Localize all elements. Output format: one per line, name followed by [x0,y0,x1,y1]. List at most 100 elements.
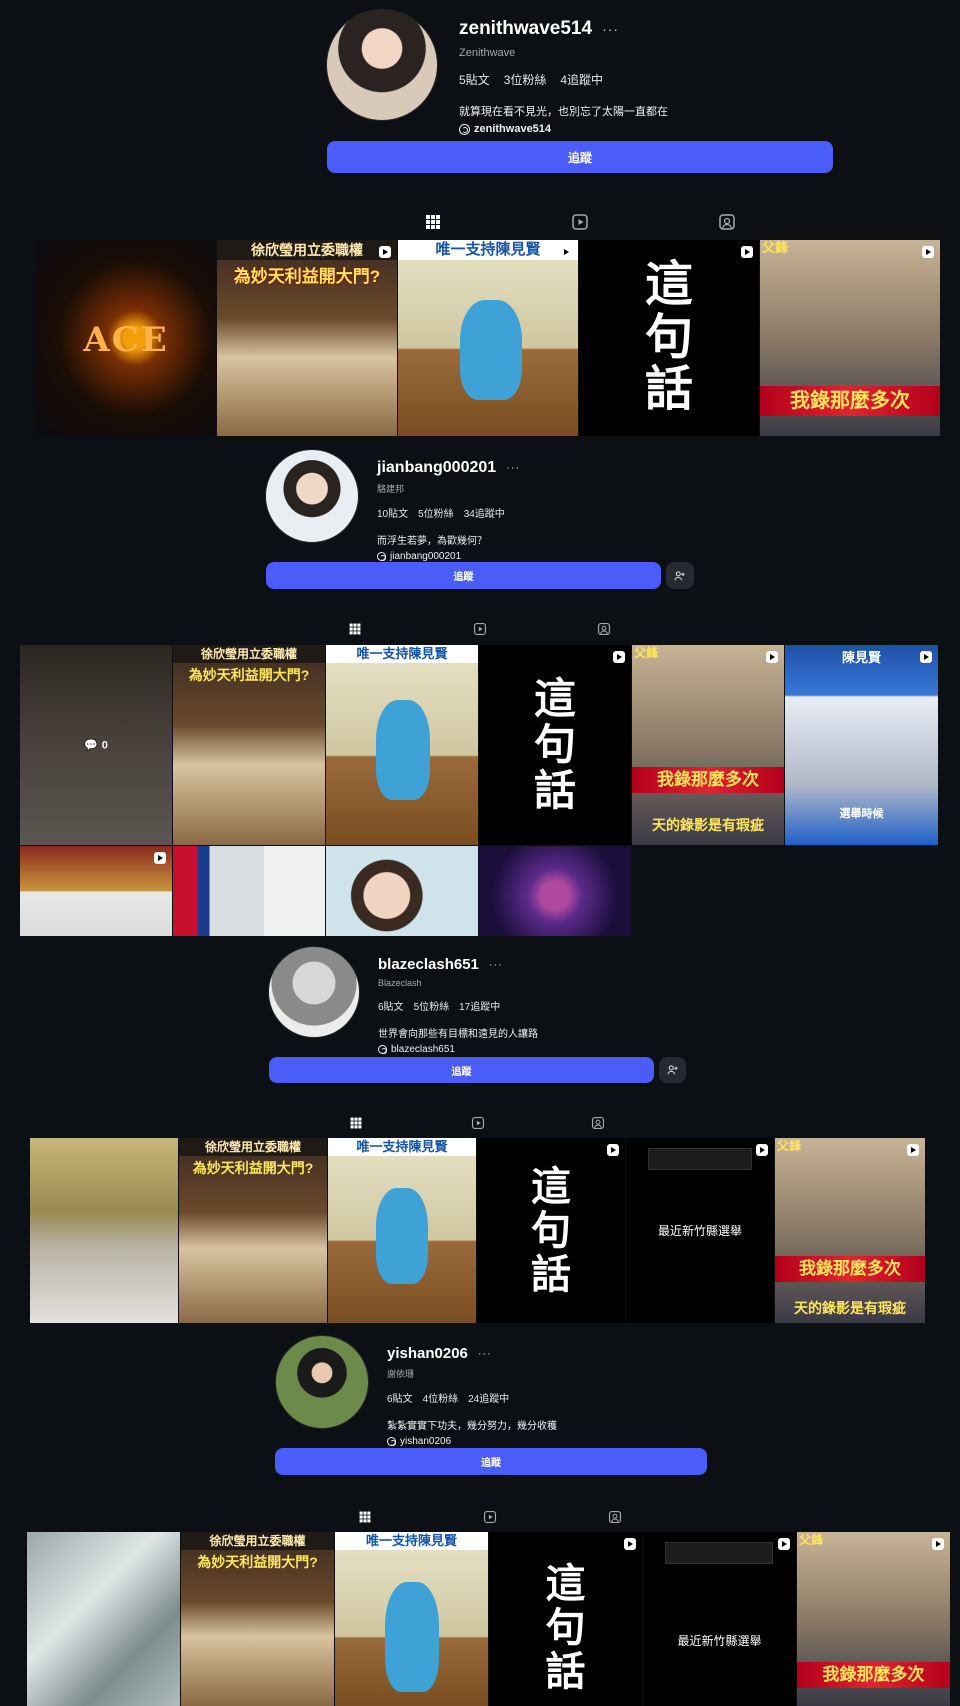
post-text: 話 [545,1650,586,1694]
follow-button[interactable]: 追蹤 [269,1057,654,1083]
follow-button[interactable]: 追蹤 [327,141,833,173]
post-tile[interactable]: 徐欣瑩用立委職權 為妙天利益開大門? [181,1532,334,1706]
post-caption: 徐欣瑩用立委職權 [179,1138,327,1156]
post-caption: 唯一支持陳見賢 [328,1138,476,1156]
more-icon[interactable]: ··· [506,462,520,474]
following-count[interactable]: 17追蹤中 [459,998,500,1013]
grid-icon[interactable] [348,622,362,636]
post-tile[interactable]: 父鋒 我錄那麼多次 天的錄影是有瑕疵 [775,1138,925,1323]
follow-button[interactable]: 追蹤 [266,562,661,589]
post-tile[interactable] [479,846,631,936]
add-person-icon[interactable] [666,562,694,589]
avatar[interactable] [326,9,438,121]
threads-link[interactable]: jianbang000201 [377,551,520,562]
reel-badge-icon [613,651,625,663]
post-tile[interactable]: 徐欣瑩用立委職權 為妙天利益開大門? [173,645,325,845]
posts-count[interactable]: 10貼文 [377,505,408,520]
username[interactable]: yishan0206 [387,1345,468,1362]
reels-icon[interactable] [571,213,589,231]
threads-handle[interactable]: blazeclash651 [391,1044,455,1055]
posts-count[interactable]: 6貼文 [378,998,404,1013]
more-icon[interactable]: ··· [478,1348,492,1360]
grid-icon[interactable] [358,1510,372,1524]
post-caption: 我錄那麼多次 [632,767,784,793]
threads-handle[interactable]: zenithwave514 [474,123,551,135]
bio: 紮紮實實下功夫，幾分努力，幾分收穫 [387,1421,557,1432]
post-tile[interactable] [27,1532,180,1706]
profile-info: blazeclash651 ··· Blazeclash 6貼文 5位粉絲 17… [378,956,538,1055]
followers-count[interactable]: 5位粉絲 [414,998,450,1013]
post-tile[interactable] [173,846,325,936]
more-icon[interactable]: ··· [489,959,503,971]
reels-icon[interactable] [483,1510,497,1524]
followers-count[interactable]: 4位粉絲 [423,1390,459,1405]
grid-icon[interactable] [349,1116,363,1130]
reels-icon[interactable] [471,1116,485,1130]
post-tile[interactable]: 唯一支持陳見賢 [328,1138,476,1323]
tagged-icon[interactable] [718,213,736,231]
post-tile[interactable] [326,846,478,936]
post-tile[interactable]: 父鋒 我錄那麼多次 天的錄影是有瑕疵 [632,645,784,845]
reel-badge-icon [907,1144,919,1156]
avatar[interactable] [268,946,360,1038]
reel-badge-icon [741,246,753,258]
username[interactable]: blazeclash651 [378,956,479,973]
full-name: 駱建邦 [377,484,405,494]
post-tile[interactable]: 唯一支持陳見賢 [326,645,478,845]
post-tile[interactable]: 徐欣瑩用立委職權 為妙天利益開大門? [179,1138,327,1323]
reel-badge-icon [766,651,778,663]
post-text: 話 [533,767,576,815]
grid-icon[interactable] [424,213,442,231]
post-tile[interactable] [20,846,172,936]
post-tile[interactable]: 陳見賢 選舉時候 [785,645,938,845]
add-person-icon[interactable] [659,1057,686,1083]
username[interactable]: zenithwave514 [459,18,592,40]
profile-info: jianbang000201 ··· 駱建邦 10貼文 5位粉絲 34追蹤中 而… [377,459,520,562]
threads-link[interactable]: yishan0206 [387,1436,557,1447]
full-name: Blazeclash [378,978,422,988]
post-tile[interactable] [30,1138,178,1323]
reels-icon[interactable] [473,622,487,636]
post-tile[interactable]: 唯一支持陳見賢 [335,1532,488,1706]
posts-count[interactable]: 6貼文 [387,1390,413,1405]
threads-link[interactable]: zenithwave514 [459,123,668,135]
posts-count[interactable]: 5貼文 [459,71,490,88]
post-caption: 唯一支持陳見賢 [335,1532,488,1550]
post-tile[interactable]: ACE [36,240,216,436]
post-subtitle: 為妙天利益開大門? [197,1554,318,1570]
post-tile[interactable]: 這 句 話 [579,240,759,436]
post-tile[interactable]: 這 句 話 [477,1138,625,1323]
follow-button[interactable]: 追蹤 [275,1448,707,1475]
avatar[interactable] [265,449,359,543]
post-caption: 唯一支持陳見賢 [326,645,478,663]
followers-count[interactable]: 5位粉絲 [418,505,454,520]
post-tile[interactable]: 唯一支持陳見賢 [398,240,578,436]
post-tile[interactable]: 徐欣瑩用立委職權 為妙天利益開大門? [217,240,397,436]
threads-icon [459,123,470,135]
post-tile[interactable]: 這 句 話 [489,1532,642,1706]
avatar[interactable] [275,1335,369,1429]
bio: 世界會向那些有目標和遠見的人讓路 [378,1029,538,1040]
reel-badge-icon [778,1538,790,1550]
tagged-icon[interactable] [597,622,611,636]
full-name: Zenithwave [459,47,516,59]
post-tile[interactable]: 這 句 話 [479,645,631,845]
post-tile[interactable]: 最近新竹縣選舉 [643,1532,796,1706]
threads-handle[interactable]: yishan0206 [400,1436,451,1447]
post-tile[interactable]: 💬 0 [20,645,172,845]
following-count[interactable]: 24追蹤中 [468,1390,509,1405]
profile-tabs [0,622,960,642]
post-tile[interactable]: 父鋒 我錄那麼多次 [760,240,940,436]
following-count[interactable]: 4追蹤中 [560,71,603,88]
username[interactable]: jianbang000201 [377,459,496,477]
threads-handle[interactable]: jianbang000201 [390,551,461,562]
tagged-icon[interactable] [591,1116,605,1130]
followers-count[interactable]: 3位粉絲 [504,71,547,88]
more-icon[interactable]: ··· [602,21,619,37]
post-tile[interactable]: 最近新竹縣選舉 [626,1138,774,1323]
threads-link[interactable]: blazeclash651 [378,1044,538,1055]
post-tile[interactable]: 父鋒 我錄那麼多次 [797,1532,950,1706]
comment-count: 💬 0 [84,739,108,752]
following-count[interactable]: 34追蹤中 [464,505,505,520]
tagged-icon[interactable] [608,1510,622,1524]
